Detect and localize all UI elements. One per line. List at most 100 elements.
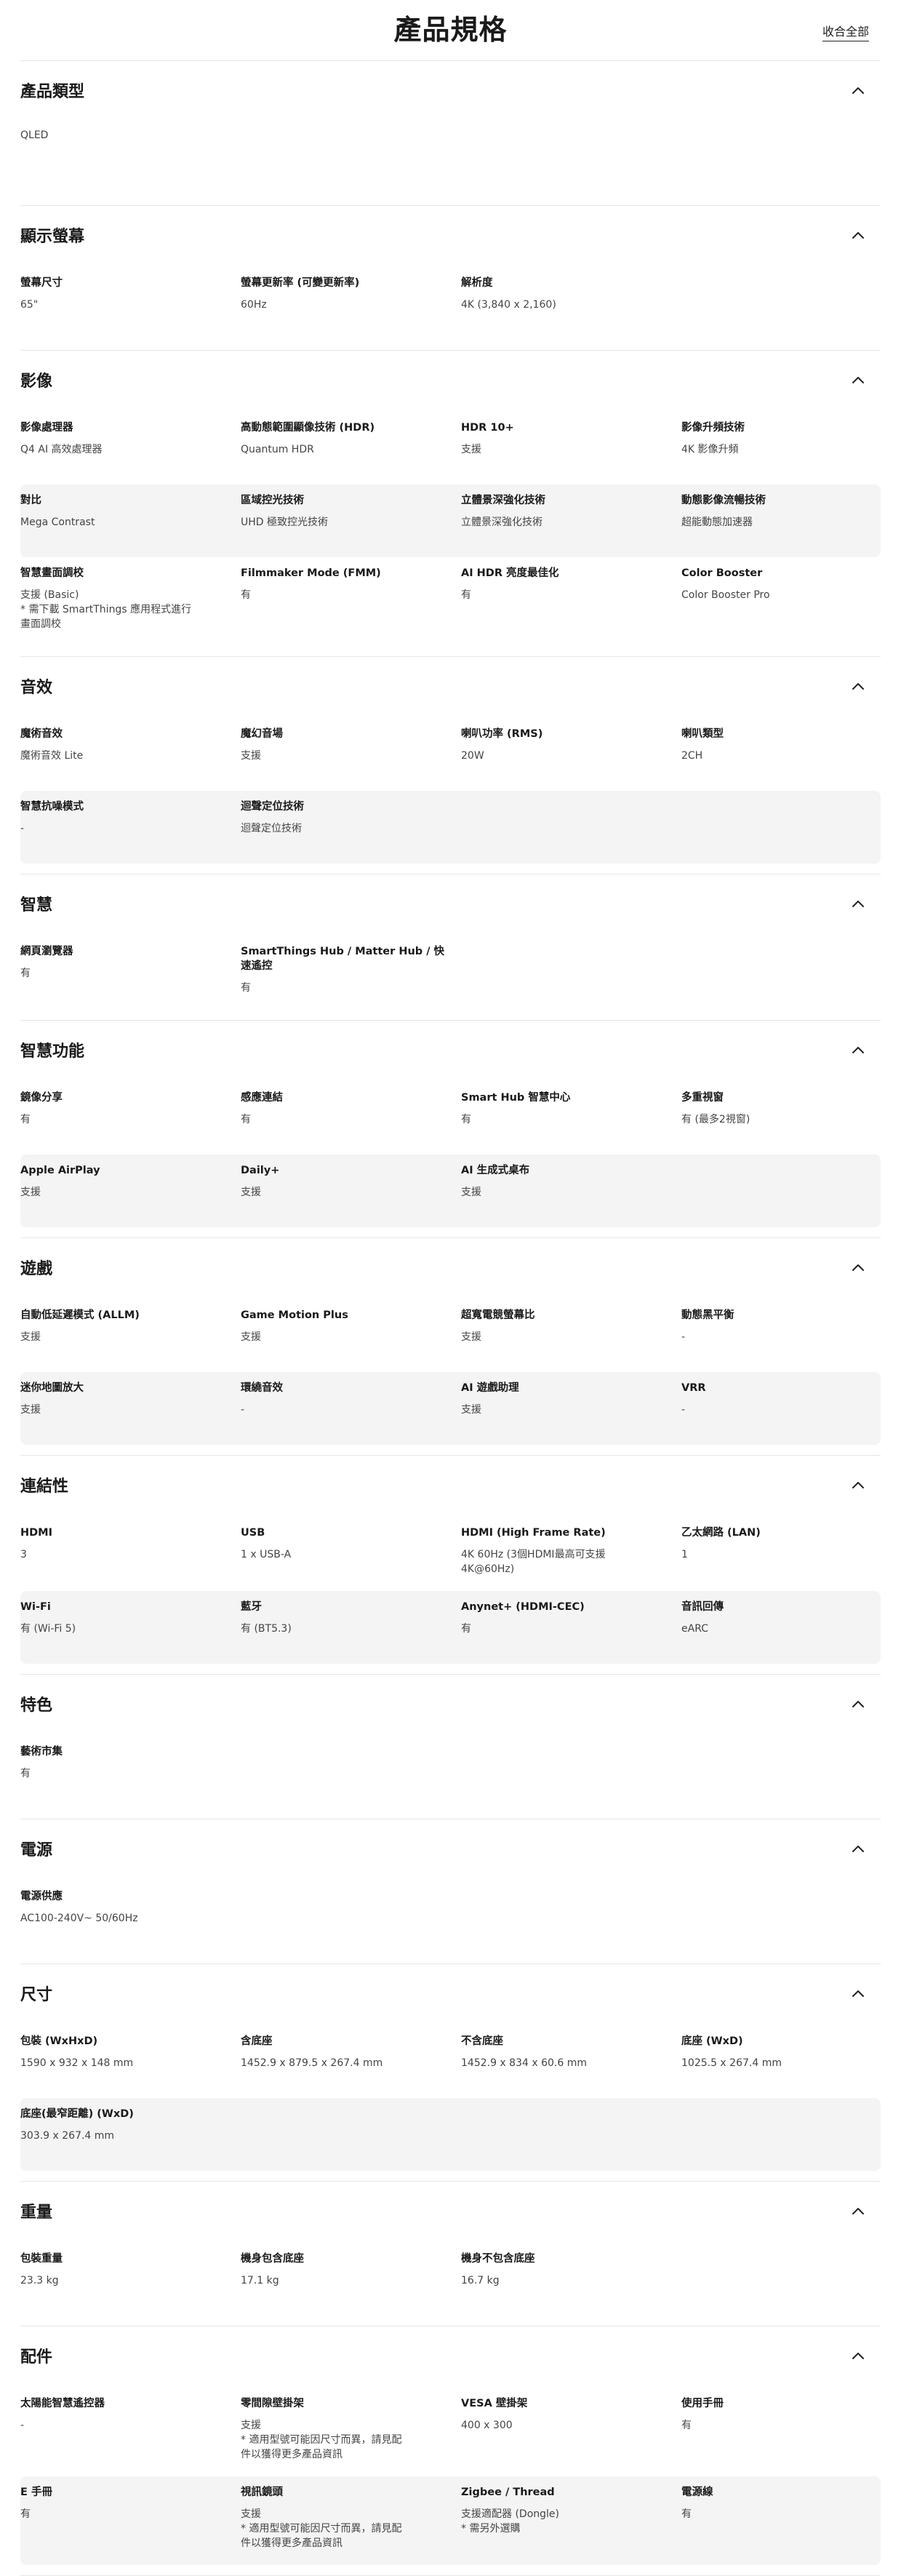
spec-label: 機身包含底座	[241, 2253, 304, 2265]
spec-item: 多重視窗有 (最多2視窗)	[681, 1088, 901, 1149]
section-header[interactable]: 智慧	[20, 874, 881, 936]
chevron-up-icon[interactable]	[850, 1260, 866, 1276]
spec-label: 立體景深強化技術	[461, 495, 545, 506]
section-title: 影像	[20, 372, 53, 391]
spec-row: 包裝重量 23.3 kg 機身包含底座 17.1 kg 機身不包含底座 16.7 kg	[20, 2243, 881, 2316]
chevron-up-icon[interactable]	[850, 1841, 866, 1857]
collapse-all-link[interactable]: 收合全部	[822, 22, 869, 41]
spec-row: 鏡像分享有感應連結有 Smart Hub 智慧中心有多重視窗有 (最多2視窗)	[20, 1082, 881, 1155]
section-title: 特色	[20, 1696, 53, 1715]
spec-rows: 自動低延遲模式 (ALLM) 支援 Game Motion Plus 支援 超寬電競螢幕…	[20, 1299, 881, 1455]
spec-label: 不含底座	[461, 2035, 503, 2047]
section-header[interactable]: 特色	[20, 1675, 881, 1736]
spec-item: 含底座 1452.9 x 879.5 x 267.4 mm	[241, 2031, 461, 2092]
spec-value: 有	[20, 1768, 31, 1779]
chevron-up-icon[interactable]	[850, 2348, 866, 2364]
spec-value: 支援 * 適用型號可能因尺寸而異，請見配 件以獲得更多產品資訊	[241, 2420, 402, 2460]
chevron-up-icon[interactable]	[850, 83, 866, 99]
spec-label: 魔術音效	[20, 728, 63, 740]
spec-label: AI 生成式桌布	[461, 1165, 530, 1176]
section-header[interactable]: 連結性	[20, 1456, 881, 1517]
chevron-up-icon[interactable]	[850, 1478, 866, 1494]
spec-item: 喇叭功率 (RMS) 20W	[461, 724, 681, 785]
spec-item: 喇叭類型 2CH	[681, 724, 901, 785]
spec-rows: 包裝 (WxHxD) 1590 x 932 x 148 mm 含底座 1452.9 x…	[20, 2025, 881, 2181]
section-header[interactable]: 智慧功能	[20, 1021, 881, 1082]
spec-item: AI 生成式桌布 支援	[461, 1160, 681, 1221]
spec-rows: HDMI 3 USB 1 x USB-A HDMI (High Frame Rate) 4…	[20, 1517, 881, 1674]
spec-row: 智慧畫面調校 支援 (Basic) * 需下載 SmartThings 應用程式進…	[20, 557, 881, 646]
spec-rows: 太陽能智慧遙控器 - 零間隙壁掛架 支援 * 適用型號可能因尺寸而異，請見配 件以獲得…	[20, 2388, 881, 2575]
spec-item: USB 1 x USB-A	[241, 1523, 461, 1585]
spec-item: 影像升頻技術 4K 影像升頻	[681, 418, 901, 479]
spec-label: 感應連結	[241, 1092, 283, 1104]
spec-value: 20W	[461, 750, 484, 762]
spec-label: 螢幕尺寸	[20, 277, 63, 289]
spec-item: 螢幕尺寸 65"	[20, 273, 241, 334]
spec-value: 23.3 kg	[20, 2275, 59, 2286]
spec-row: Wi-Fi 有 (Wi-Fi 5) 藍牙有 (BT5.3) Anynet+ (HDMI…	[20, 1591, 881, 1664]
spec-value: 支援	[461, 1331, 481, 1343]
spec-value: 65"	[20, 299, 39, 311]
spec-section: 重量 包裝重量 23.3 kg 機身包含底座 17.1 kg 機身不包含底座 16.7 kg	[20, 2182, 881, 2326]
spec-label: 迷你地圖放大	[20, 1382, 84, 1394]
spec-section: 影像 影像處理器 Q4 AI 高效處理器 高動態範圍顯像技術 (HDR) Quantum…	[20, 351, 881, 657]
spec-item: VESA 壁掛架 400 x 300	[461, 2393, 681, 2471]
chevron-up-icon[interactable]	[850, 228, 866, 244]
spec-value: 有	[20, 968, 31, 979]
spec-sections: 產品類型 QLED 顯示螢幕 螢幕尺寸 65" 螢幕更新率 (可變更新率) 60Hz 解析度 4…	[0, 61, 901, 2576]
spec-value: 4K (3,840 x 2,160)	[461, 299, 556, 311]
spec-value: Color Booster Pro	[681, 589, 770, 601]
chevron-up-icon[interactable]	[850, 1042, 866, 1058]
spec-value: 3	[20, 1549, 27, 1560]
spec-label: 包裝 (WxHxD)	[20, 2035, 98, 2047]
section-header[interactable]: 電源	[20, 1819, 881, 1881]
spec-value: -	[681, 1331, 686, 1343]
spec-item: 視訊鏡頭 支援 * 適用型號可能因尺寸而異，請見配 件以獲得更多產品資訊	[241, 2482, 461, 2559]
spec-value: 支援	[461, 1187, 481, 1198]
section-header[interactable]: 顯示螢幕	[20, 206, 881, 267]
chevron-up-icon[interactable]	[850, 2204, 866, 2220]
spec-label: 底座 (WxD)	[681, 2035, 743, 2047]
chevron-up-icon[interactable]	[850, 896, 866, 912]
spec-value: 有 (最多2視窗)	[681, 1114, 750, 1125]
spec-value: 有	[461, 589, 471, 601]
spec-value: 支援適配器 (Dongle) * 需另外選購	[461, 2508, 559, 2535]
chevron-up-icon[interactable]	[850, 372, 866, 388]
section-header[interactable]: 遊戲	[20, 1238, 881, 1299]
chevron-up-icon[interactable]	[850, 1986, 866, 2002]
section-header[interactable]: 尺寸	[20, 1964, 881, 2025]
spec-value: 有	[241, 589, 251, 601]
spec-label: E 手冊	[20, 2487, 52, 2498]
spec-value: 有 (Wi-Fi 5)	[20, 1623, 76, 1635]
section-header[interactable]: 配件	[20, 2326, 881, 2388]
section-header[interactable]: 影像	[20, 351, 881, 412]
spec-row: 螢幕尺寸 65" 螢幕更新率 (可變更新率) 60Hz 解析度 4K (3,840 x 2…	[20, 267, 881, 340]
spec-item: 對比 Mega Contrast	[20, 490, 241, 551]
spec-item: VRR -	[681, 1378, 901, 1439]
chevron-up-icon[interactable]	[850, 1696, 866, 1712]
section-header[interactable]: 產品類型	[20, 61, 881, 122]
spec-item: HDMI (High Frame Rate) 4K 60Hz (3個HDMI最高可…	[461, 1523, 681, 1585]
spec-label: Wi-Fi	[20, 1601, 51, 1613]
spec-label: 電源供應	[20, 1891, 63, 1902]
section-title: 顯示螢幕	[20, 228, 85, 246]
spec-label: Anynet+ (HDMI-CEC)	[461, 1601, 585, 1613]
spec-rows: 電源供應 AC100-240V~ 50/60Hz	[20, 1881, 881, 1963]
section-header[interactable]: 重量	[20, 2182, 881, 2243]
spec-item: 感應連結有	[241, 1088, 461, 1149]
spec-item: 魔幻音場 支援	[241, 724, 461, 785]
spec-item: 電源供應 AC100-240V~ 50/60Hz	[20, 1886, 241, 1947]
spec-section: 顯示螢幕 螢幕尺寸 65" 螢幕更新率 (可變更新率) 60Hz 解析度 4K (3,840…	[20, 206, 881, 351]
spec-item: HDMI 3	[20, 1523, 241, 1585]
spec-label: 解析度	[461, 277, 493, 289]
spec-label: 網頁瀏覽器	[20, 946, 73, 957]
spec-label: HDMI (High Frame Rate)	[461, 1527, 606, 1539]
spec-item: Wi-Fi 有 (Wi-Fi 5)	[20, 1597, 241, 1658]
spec-label: 含底座	[241, 2035, 273, 2047]
spec-value: 有	[461, 1114, 471, 1125]
spec-label: HDMI	[20, 1527, 52, 1539]
chevron-up-icon[interactable]	[850, 679, 866, 695]
spec-item: Daily+ 支援	[241, 1160, 461, 1221]
section-header[interactable]: 音效	[20, 657, 881, 718]
